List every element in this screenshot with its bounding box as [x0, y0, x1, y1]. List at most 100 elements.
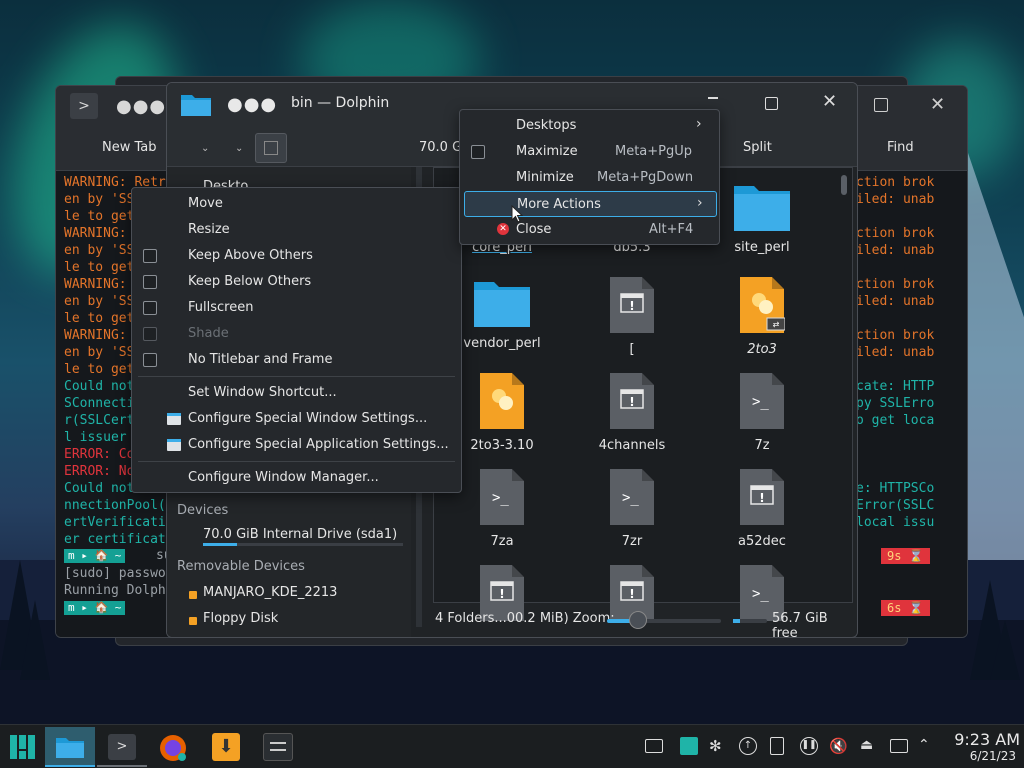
sidebar-item-floppy[interactable]: Floppy Disk: [203, 611, 278, 626]
clipboard-history-icon[interactable]: [770, 737, 784, 755]
overflow-menu-icon[interactable]: ●●●: [227, 94, 277, 115]
menu-item-label: Configure Special Window Settings...: [188, 411, 428, 426]
menu-item-fullscreen[interactable]: Fullscreen: [132, 295, 461, 321]
taskbar-firefox[interactable]: [149, 727, 199, 767]
usb-device-icon[interactable]: ⏏: [860, 737, 878, 755]
svg-text:>_: >_: [752, 586, 769, 602]
file-name: [: [629, 342, 635, 357]
checkbox[interactable]: [143, 301, 157, 315]
svg-text:>_: >_: [492, 490, 509, 506]
python-file-icon: [480, 373, 524, 429]
volume-muted-icon[interactable]: 🔇: [829, 737, 848, 755]
sidebar-item-internal-drive[interactable]: 70.0 GiB Internal Drive (sda1): [203, 527, 397, 542]
menu-item-desktops[interactable]: Desktops ›: [460, 113, 719, 139]
chevron-down-icon[interactable]: ⌄: [201, 143, 209, 154]
view-mode-button[interactable]: [255, 133, 287, 163]
terminal-icon[interactable]: >: [70, 93, 98, 119]
file-view-scrollbar[interactable]: [841, 175, 847, 195]
folder-icon: [56, 738, 84, 758]
sidebar-item-manjaro[interactable]: MANJARO_KDE_2213: [203, 585, 337, 600]
menu-item-configure-wm[interactable]: Configure Window Manager...: [132, 465, 461, 491]
terminal-line: ERROR: Co: [64, 447, 135, 462]
menu-item-special-app[interactable]: Configure Special Application Settings..…: [132, 432, 461, 458]
firefox-icon: [160, 735, 186, 761]
file-item[interactable]: ! a52dec: [702, 468, 822, 549]
file-item[interactable]: >_ 7zr: [572, 468, 692, 549]
svg-text:!: !: [499, 587, 504, 601]
menu-item-maximize[interactable]: Maximize Meta+PgUp: [460, 139, 719, 165]
menu-item-no-titlebar[interactable]: No Titlebar and Frame: [132, 347, 461, 373]
menu-item-shade: Shade: [132, 321, 461, 347]
menu-item-minimize[interactable]: Minimize Meta+PgDown: [460, 165, 719, 191]
close-icon[interactable]: ✕: [822, 91, 837, 112]
zoom-slider[interactable]: [607, 619, 721, 623]
menu-item-more-actions[interactable]: More Actions ›: [464, 191, 717, 217]
menu-item-label: More Actions: [517, 197, 601, 212]
system-settings-icon: [263, 733, 293, 761]
new-tab-button[interactable]: New Tab: [102, 140, 157, 155]
find-button[interactable]: Find: [887, 140, 914, 155]
zoom-slider-handle[interactable]: [629, 611, 647, 629]
free-space-label: 56.7 GiB free: [772, 611, 828, 638]
chevron-down-icon[interactable]: ⌄: [235, 143, 243, 154]
removable-heading: Removable Devices: [177, 559, 305, 574]
menu-item-keep-above[interactable]: Keep Above Others: [132, 243, 461, 269]
window-settings-icon: [167, 413, 181, 425]
status-bar: 4 Folders...00.2 MiB) Zoom: 56.7 GiB fre…: [433, 607, 857, 637]
duration-badge: 9s ⌛: [881, 548, 930, 564]
taskbar-settings[interactable]: [253, 727, 303, 767]
menu-item-close[interactable]: ✕ Close Alt+F4: [460, 217, 719, 243]
menu-item-move[interactable]: Move: [132, 191, 461, 217]
clipboard-icon[interactable]: [680, 737, 698, 755]
file-item[interactable]: site_perl: [702, 180, 822, 255]
chevron-right-icon: ›: [697, 195, 703, 211]
terminal-line: ction brok: [856, 175, 935, 190]
file-item[interactable]: ⇄ 2to3: [702, 276, 822, 357]
folder-icon[interactable]: [180, 91, 212, 117]
terminal-line: iled: unab: [856, 192, 935, 207]
checkbox[interactable]: [143, 275, 157, 289]
menu-item-label: Minimize: [516, 170, 574, 185]
chevron-up-icon[interactable]: ⌃: [918, 737, 936, 755]
file-item[interactable]: >_ 7z: [702, 372, 822, 453]
usb-drive-icon: [189, 591, 197, 599]
desktop-actions-submenu: Desktops › Maximize Meta+PgUp Minimize Meta…: [459, 109, 720, 245]
menu-item-keep-below[interactable]: Keep Below Others: [132, 269, 461, 295]
terminal-line: local issu: [856, 515, 935, 530]
media-pause-icon[interactable]: ❚❚: [800, 737, 818, 755]
network-icon[interactable]: [890, 739, 908, 753]
terminal-line: Could not: [64, 379, 135, 394]
taskbar-konsole[interactable]: >: [97, 727, 147, 767]
exec-file-icon: !: [610, 277, 654, 333]
terminal-line: iled: unab: [856, 243, 935, 258]
free-space-fill: [733, 619, 740, 623]
taskbar-dolphin[interactable]: [45, 727, 95, 767]
menu-item-window-shortcut[interactable]: Set Window Shortcut...: [132, 380, 461, 406]
close-icon[interactable]: ✕: [930, 94, 945, 115]
overflow-menu-icon[interactable]: ●●●: [116, 96, 166, 117]
checkbox[interactable]: [143, 249, 157, 263]
show-desktop-icon[interactable]: [645, 739, 663, 753]
free-space-bar: [733, 619, 767, 623]
clock-date[interactable]: 6/21/23: [944, 749, 1016, 763]
exec-file-icon: !: [740, 469, 784, 525]
maximize-icon[interactable]: [765, 97, 778, 110]
file-item[interactable]: ![: [572, 276, 692, 357]
menu-item-label: Keep Below Others: [188, 274, 312, 289]
minimize-icon[interactable]: [708, 97, 718, 99]
maximize-icon[interactable]: [874, 98, 888, 112]
taskbar-installer[interactable]: ⬇: [201, 727, 251, 767]
manjaro-menu-icon[interactable]: [0, 727, 44, 767]
updates-icon[interactable]: ↑: [739, 737, 757, 755]
checkbox[interactable]: [143, 353, 157, 367]
sudo-line: [sudo] passwo: [64, 566, 166, 581]
menu-item-resize[interactable]: Resize: [132, 217, 461, 243]
window-title: bin — Dolphin: [291, 95, 390, 111]
menu-item-special-window[interactable]: Configure Special Window Settings...: [132, 406, 461, 432]
file-item[interactable]: ! 4channels: [572, 372, 692, 453]
kde-connect-icon[interactable]: ✻: [709, 737, 727, 755]
checkbox[interactable]: [471, 145, 485, 159]
split-button[interactable]: Split: [743, 140, 772, 155]
terminal-line: ction brok: [856, 226, 935, 241]
clock-time[interactable]: 9:23 AM: [944, 730, 1020, 749]
